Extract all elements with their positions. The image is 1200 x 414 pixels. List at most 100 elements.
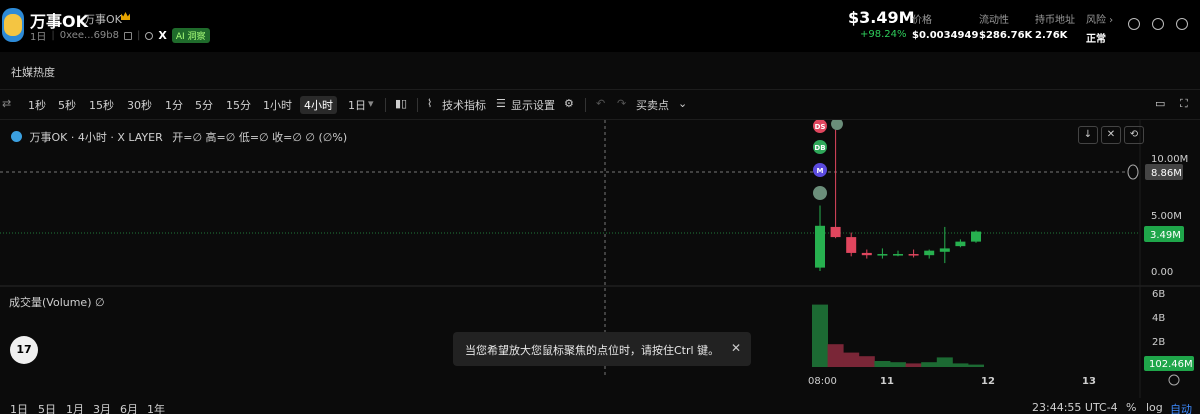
alert-bell-icon[interactable] [1128, 18, 1140, 30]
x-social-icon[interactable]: X [158, 29, 166, 42]
candle-body[interactable] [877, 254, 888, 256]
price-main: $3.49M [848, 8, 915, 27]
window-icon[interactable]: ▭ [1155, 97, 1165, 110]
price-tick-0: 0.00 [1151, 267, 1173, 278]
volume-bar[interactable] [843, 352, 860, 367]
search-icon[interactable] [145, 31, 154, 40]
interval-15m[interactable]: 15分 [226, 97, 251, 113]
interval-4h[interactable]: 4小时 [300, 96, 337, 114]
add-alert-icon[interactable] [1127, 164, 1139, 180]
gear-icon[interactable]: ⚙ [564, 97, 574, 110]
marker-m-label: M [817, 167, 824, 175]
interval-1m[interactable]: 1分 [165, 97, 183, 113]
token-logo [2, 8, 24, 42]
token-period: 1日 [30, 32, 47, 43]
range-6m[interactable]: 6月 [120, 401, 138, 414]
token-header: 万事OK 万事OK 1日 | 0xee...69b8 | X AI 洞察 $3.… [0, 0, 1200, 52]
marker-avatar-1[interactable] [831, 120, 843, 130]
range-5d[interactable]: 5日 [38, 401, 56, 414]
redo-icon[interactable]: ↷ [617, 97, 626, 110]
marker-avatar-2[interactable] [813, 186, 827, 200]
ai-insight-badge[interactable]: AI 洞察 [171, 28, 210, 43]
volume-legend: 成交量(Volume) ∅ [9, 296, 105, 309]
candle-body[interactable] [908, 254, 919, 256]
price-block: $3.49M [848, 8, 915, 27]
range-1d[interactable]: 1日 [10, 401, 28, 414]
time-display[interactable]: 23:44:55 UTC-4 [1032, 401, 1118, 414]
stat-holders: 持币地址 2.76K [1035, 15, 1075, 41]
collapse-button[interactable]: ✕ [1101, 126, 1121, 144]
volume-bar[interactable] [905, 363, 922, 367]
volume-tick-2b: 2B [1152, 337, 1165, 348]
volume-bar[interactable] [952, 363, 969, 367]
candle-body[interactable] [939, 248, 950, 252]
candle-type-icon[interactable]: ▮▯ [395, 97, 407, 110]
x-tick-13: 13 [1082, 376, 1096, 387]
volume-bar[interactable] [812, 304, 828, 367]
interval-30s[interactable]: 30秒 [127, 97, 152, 113]
chart-legend: 万事OK · 4小时 · X LAYER 开=∅ 高=∅ 低=∅ 收=∅ ∅ (… [11, 129, 347, 145]
social-heat-label[interactable]: 社媒热度 [11, 64, 55, 80]
volume-tick-4b: 4B [1152, 313, 1165, 324]
marker-ds-label: DS [815, 123, 826, 131]
chevron-down-icon[interactable]: ⌄ [678, 97, 687, 110]
candle-body[interactable] [846, 237, 857, 253]
volume-bar[interactable] [858, 356, 875, 367]
buy-sell-points-button[interactable]: 买卖点 [636, 97, 669, 113]
auto-toggle[interactable]: 自动 [1170, 401, 1192, 414]
scroll-down-button[interactable]: ↓ [1078, 126, 1098, 144]
candle-body[interactable] [815, 225, 825, 268]
percent-toggle[interactable]: % [1126, 401, 1136, 414]
price-chart[interactable]: DS DB M 10.00M 5.00M 0.00 8.86M 3.49M 6B… [0, 120, 1200, 398]
zoom-hint-tooltip: 当您希望放大您鼠标聚焦的点位时，请按住Ctrl 键。 ✕ [453, 332, 751, 366]
copy-icon[interactable] [124, 31, 132, 40]
current-price-label: 3.49M [1150, 230, 1181, 241]
display-settings-button[interactable]: 显示设置 [511, 97, 555, 113]
interval-dropdown-icon[interactable]: ▾ [368, 97, 374, 110]
candle-body[interactable] [861, 252, 872, 256]
volume-bar[interactable] [890, 362, 906, 367]
candle-body[interactable] [830, 226, 841, 238]
volume-tick-6b: 6B [1152, 289, 1165, 300]
range-1m[interactable]: 1月 [66, 401, 84, 414]
candle-body[interactable] [893, 254, 903, 256]
display-settings-icon[interactable]: ☰ [496, 97, 506, 110]
interval-5s[interactable]: 5秒 [58, 97, 76, 113]
x-tick-11: 11 [880, 376, 894, 387]
reset-chart-button[interactable]: ⟲ [1124, 126, 1144, 144]
volume-bar[interactable] [921, 362, 938, 367]
token-address[interactable]: 0xee...69b8 [60, 30, 119, 41]
log-toggle[interactable]: log [1146, 401, 1163, 414]
share-icon[interactable] [1176, 18, 1188, 30]
tradingview-logo[interactable]: 17 [10, 336, 38, 364]
undo-icon[interactable]: ↶ [596, 97, 605, 110]
interval-15s[interactable]: 15秒 [89, 97, 114, 113]
price-tick-5m: 5.00M [1151, 211, 1182, 222]
tooltip-text: 当您希望放大您鼠标聚焦的点位时，请按住Ctrl 键。 [465, 344, 720, 357]
volume-bar[interactable] [968, 364, 984, 367]
interval-5m[interactable]: 5分 [195, 97, 213, 113]
volume-bar[interactable] [936, 357, 953, 367]
interval-1d[interactable]: 1日 [348, 97, 366, 113]
favorite-icon[interactable] [1152, 18, 1164, 30]
indicators-icon[interactable]: ⌇ [427, 97, 432, 110]
volume-bar[interactable] [827, 344, 844, 367]
candle-body[interactable] [955, 241, 966, 247]
stat-price: 价格 $0.0034949 [912, 15, 979, 41]
close-icon[interactable]: ✕ [731, 341, 741, 355]
candle-body[interactable] [971, 231, 981, 242]
price-change: +98.24% [860, 29, 907, 40]
indicators-button[interactable]: 技术指标 [442, 97, 486, 113]
candle-body[interactable] [924, 250, 935, 256]
volume-bar[interactable] [874, 361, 891, 367]
current-volume-label: 102.46M [1149, 359, 1193, 370]
range-3m[interactable]: 3月 [93, 401, 111, 414]
interval-1h[interactable]: 1小时 [263, 97, 292, 113]
collapse-icon[interactable]: ⇄ [2, 97, 11, 110]
fullscreen-icon[interactable]: ⛶ [1180, 97, 1188, 111]
axis-settings-icon[interactable] [1168, 374, 1180, 386]
token-symbol: 万事OK [84, 13, 122, 26]
range-1y[interactable]: 1年 [147, 401, 165, 414]
stat-risk[interactable]: 风险 › 正常 [1086, 11, 1113, 45]
interval-1s[interactable]: 1秒 [28, 97, 46, 113]
